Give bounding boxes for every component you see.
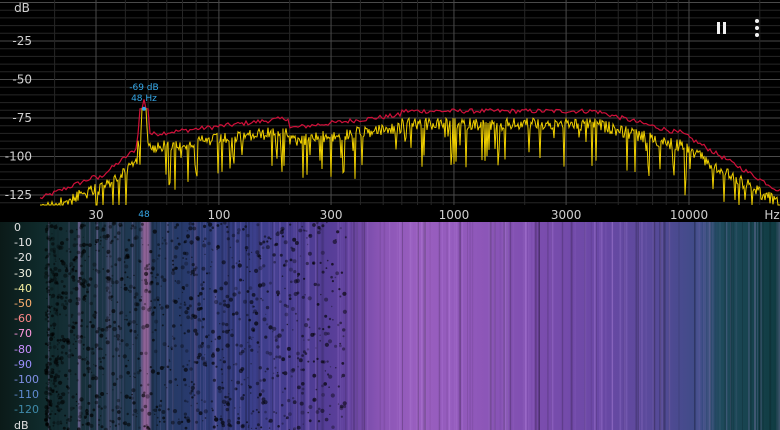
spectrogram-db-unit: dB xyxy=(14,418,29,430)
spectrogram-db-label: -40 xyxy=(14,281,32,295)
x-axis-unit: Hz xyxy=(764,208,779,222)
y-tick-label: -25 xyxy=(12,34,32,48)
peak-frequency-marker: 48 xyxy=(138,210,150,220)
spectrogram-db-label: -10 xyxy=(14,236,32,250)
peak-hz-label: 48 Hz xyxy=(131,94,157,104)
spectrogram-db-label: -80 xyxy=(14,342,32,356)
spectrogram-texture xyxy=(43,222,780,430)
spectrogram-db-label: -30 xyxy=(14,266,32,280)
more-menu-button[interactable] xyxy=(748,18,766,38)
y-axis-unit: dB xyxy=(14,1,30,15)
spectrogram-db-label: 0 xyxy=(14,222,21,234)
spectrogram-db-label: -90 xyxy=(14,357,32,371)
x-tick-label: 1000 xyxy=(439,208,470,222)
spectrogram-panel: 0 -10 -20 -30 -40 -50 -60 -70 -80 -90 -100 -110 -120… xyxy=(0,222,780,430)
x-tick-label: 3000 xyxy=(551,208,582,222)
peak-db-label: -69 dB xyxy=(129,83,158,93)
spectrum-plot: dB -25 -50 -75 -100 -125 30 100 300 1000 3000 10000… xyxy=(0,0,780,222)
x-tick-label: 100 xyxy=(207,208,230,222)
spectrogram-db-label: -70 xyxy=(14,327,32,341)
y-tick-label: -125 xyxy=(5,188,32,202)
x-tick-label: 10000 xyxy=(670,208,708,222)
spectrogram-db-label: -50 xyxy=(14,297,32,310)
x-tick-label: 30 xyxy=(88,208,103,222)
spectrogram-db-label: -60 xyxy=(14,312,32,326)
y-tick-label: -75 xyxy=(12,111,32,125)
more-vertical-icon xyxy=(755,18,759,39)
y-tick-label: -50 xyxy=(12,73,32,87)
spectrogram-db-label: -110 xyxy=(14,388,39,402)
y-tick-label: -100 xyxy=(5,150,32,164)
pause-icon xyxy=(715,22,727,34)
spectrogram-db-scale: 0 -10 -20 -30 -40 -50 -60 -70 -80 -90 -100 -110 -120… xyxy=(0,222,46,430)
spectrogram-db-label: -100 xyxy=(14,373,39,386)
spectrogram-db-label: -120 xyxy=(14,403,39,417)
pause-button[interactable] xyxy=(712,18,730,38)
spectrum-controls xyxy=(712,18,766,38)
spectrogram-db-label: -20 xyxy=(14,251,32,265)
x-tick-label: 300 xyxy=(320,208,343,222)
peak-dot xyxy=(141,106,146,111)
spectrum-analyzer-panel: dB -25 -50 -75 -100 -125 30 100 300 1000 3000 10000… xyxy=(0,0,780,222)
